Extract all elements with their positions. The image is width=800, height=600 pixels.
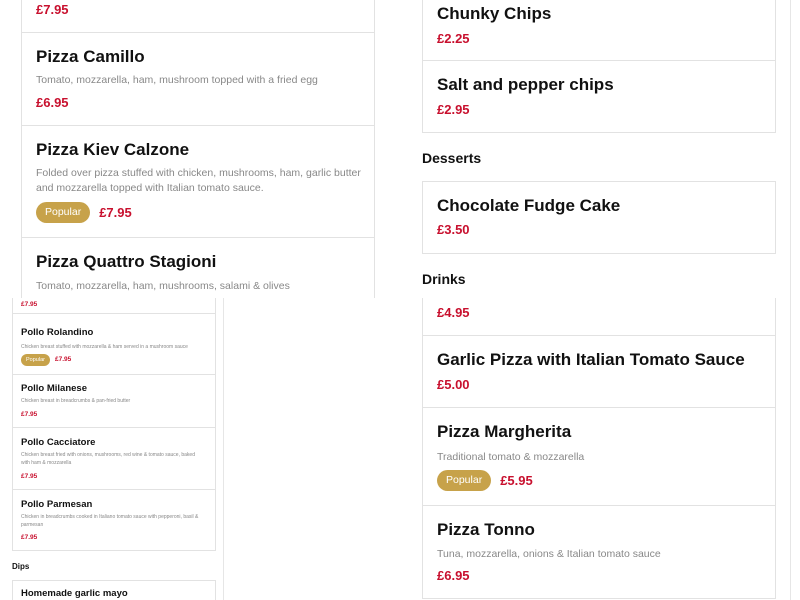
menu-panel-pizzas-bottom: £4.95 Garlic Pizza with Italian Tomato S… <box>404 298 800 600</box>
item-price: £6.95 <box>437 568 470 583</box>
menu-item-card[interactable]: Pollo Parmesan Chicken in breadcrumbs co… <box>12 489 216 551</box>
menu-item-card[interactable]: Pizza Quattro Stagioni Tomato, mozzarell… <box>21 237 375 298</box>
menu-item-card[interactable]: Garlic Pizza with Italian Tomato Sauce £… <box>422 335 776 408</box>
item-name: Pollo Rolandino <box>21 327 94 338</box>
menu-item-card[interactable]: Pollo Cacciatore Chicken breast fried wi… <box>12 427 216 490</box>
divider <box>790 298 791 600</box>
item-price: £5.95 <box>500 472 533 488</box>
item-price: £5.00 <box>437 377 470 392</box>
item-description: Folded over pizza stuffed with chicken, … <box>36 167 361 194</box>
item-price: £7.95 <box>21 301 38 308</box>
popular-badge: Popular <box>36 202 91 223</box>
item-price: £7.95 <box>99 204 132 220</box>
section-heading-desserts: Desserts <box>422 150 482 166</box>
menu-item-card[interactable]: Salt and pepper chips £2.95 <box>422 60 776 133</box>
item-description: Chicken breast in breadcrumbs & pan-frie… <box>21 398 131 404</box>
item-price: £6.95 <box>36 95 69 110</box>
item-description: Tuna, mozzarella, onions & Italian tomat… <box>437 548 661 560</box>
item-name: Pollo Cacciatore <box>21 437 96 448</box>
divider <box>223 298 224 600</box>
menu-item-card[interactable]: £7.95 <box>12 298 216 314</box>
section-heading-drinks: Drinks <box>422 271 466 287</box>
item-price: £2.25 <box>437 31 470 46</box>
item-name: Pollo Parmesan <box>21 499 93 510</box>
section-heading-dips: Dips <box>12 562 30 571</box>
item-description: Chicken in breadcrumbs cooked in Italian… <box>21 514 199 528</box>
item-price: £4.95 <box>437 305 470 320</box>
item-price: £7.95 <box>21 411 38 418</box>
item-description: Traditional tomato & mozzarella <box>437 451 585 463</box>
item-name: Salt and pepper chips <box>437 75 614 94</box>
menu-item-card[interactable]: Chunky Chips £2.25 <box>422 0 776 61</box>
item-description: Tomato, mozzarella, ham, mushroom topped… <box>36 74 318 86</box>
item-description: Chicken breast stuffed with mozzarella &… <box>21 344 188 350</box>
menu-item-card[interactable]: Pollo Milanese Chicken breast in breadcr… <box>12 374 216 428</box>
item-price: £7.95 <box>21 473 38 480</box>
menu-item-card[interactable]: Pizza Tonno Tuna, mozzarella, onions & I… <box>422 505 776 599</box>
item-name: Chocolate Fudge Cake <box>437 196 621 215</box>
item-name: Pizza Quattro Stagioni <box>36 252 217 271</box>
menu-item-card[interactable]: Pizza Margherita Traditional tomato & mo… <box>422 407 776 506</box>
item-price: £7.95 <box>21 534 38 541</box>
item-price: £2.95 <box>437 102 470 117</box>
menu-panel-sides-top: Chunky Chips £2.25 Salt and pepper chips… <box>404 0 800 298</box>
item-price: £3.50 <box>437 222 470 237</box>
item-description: Chicken breast fried with onions, mushro… <box>21 452 195 466</box>
item-name: Pizza Margherita <box>437 422 572 441</box>
menu-item-card[interactable]: £4.95 <box>422 298 776 336</box>
item-price: £7.95 <box>36 2 69 17</box>
popular-badge: Popular <box>437 470 492 491</box>
item-price: £7.95 <box>54 356 72 363</box>
menu-panel-pizzas-top: £7.95 Pizza Camillo Tomato, mozzarella, … <box>0 0 389 298</box>
menu-item-card[interactable]: Chocolate Fudge Cake £3.50 <box>422 181 776 254</box>
menu-item-card[interactable]: Pollo Rolandino Chicken breast stuffed w… <box>12 313 216 375</box>
divider <box>790 0 791 298</box>
item-name: Garlic Pizza with Italian Tomato Sauce <box>437 350 745 369</box>
item-name: Homemade garlic mayo <box>21 588 128 599</box>
menu-item-card[interactable]: £7.95 <box>21 0 375 33</box>
item-name: Chunky Chips <box>437 4 552 23</box>
menu-item-card[interactable]: Pizza Kiev Calzone Folded over pizza stu… <box>21 125 375 238</box>
menu-item-card[interactable]: Homemade garlic mayo <box>12 580 216 600</box>
item-name: Pizza Camillo <box>36 47 145 66</box>
menu-item-card[interactable]: Pizza Camillo Tomato, mozzarella, ham, m… <box>21 32 375 126</box>
item-name: Pollo Milanese <box>21 383 87 394</box>
item-description: Tomato, mozzarella, ham, mushrooms, sala… <box>36 280 290 292</box>
item-name: Pizza Kiev Calzone <box>36 140 190 159</box>
item-name: Pizza Tonno <box>437 520 535 539</box>
popular-badge: Popular <box>21 354 50 366</box>
menu-panel-pollo-bottom: £7.95 Pollo Rolandino Chicken breast stu… <box>0 298 224 600</box>
